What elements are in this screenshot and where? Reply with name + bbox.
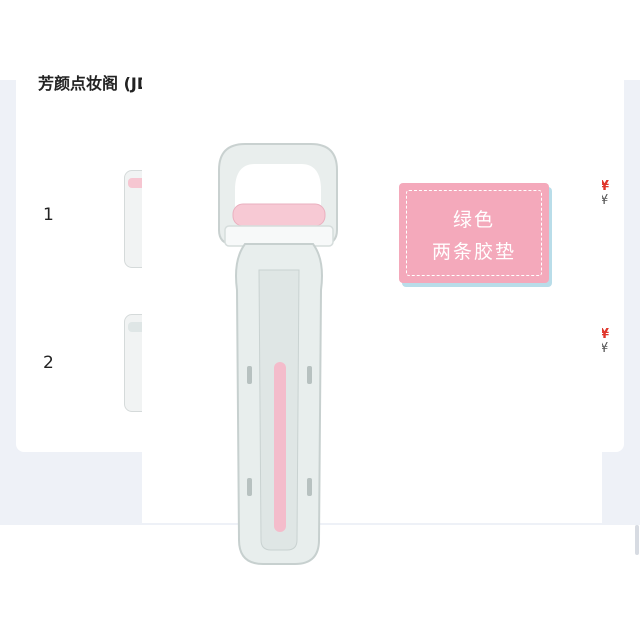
product-thumbnail[interactable] — [122, 170, 142, 270]
shop-name[interactable]: 芳颜点妆阁 (JD Bi — [38, 72, 142, 94]
eyelash-curler-image — [218, 143, 338, 565]
price-sub: ¥ — [600, 341, 609, 356]
price-value: ¥ — [600, 180, 610, 194]
row-price: ¥ ¥ — [600, 180, 614, 210]
tag-pad-label: 两条胶垫 — [431, 241, 516, 263]
row-price: ¥ ¥ — [600, 328, 614, 358]
tag-color-label: 绿色 — [452, 209, 495, 231]
price-sub: ¥ — [600, 193, 609, 208]
pad-swatch — [128, 178, 142, 188]
pad-swatch — [128, 322, 142, 332]
product-thumbnail[interactable] — [122, 314, 142, 414]
row-index: 1 — [43, 205, 54, 225]
screen: 芳颜点妆阁 (JD Bi 1 ¥ ¥ 2 ¥ ¥ — [0, 0, 640, 640]
variant-tag: 绿色 两条胶垫 — [399, 183, 549, 283]
price-value: ¥ — [600, 328, 610, 342]
scrollbar[interactable] — [632, 80, 640, 560]
scrollbar-thumb[interactable] — [635, 525, 639, 555]
row-index: 2 — [43, 353, 54, 373]
product-image-preview[interactable]: 绿色 两条胶垫 — [142, 80, 602, 565]
